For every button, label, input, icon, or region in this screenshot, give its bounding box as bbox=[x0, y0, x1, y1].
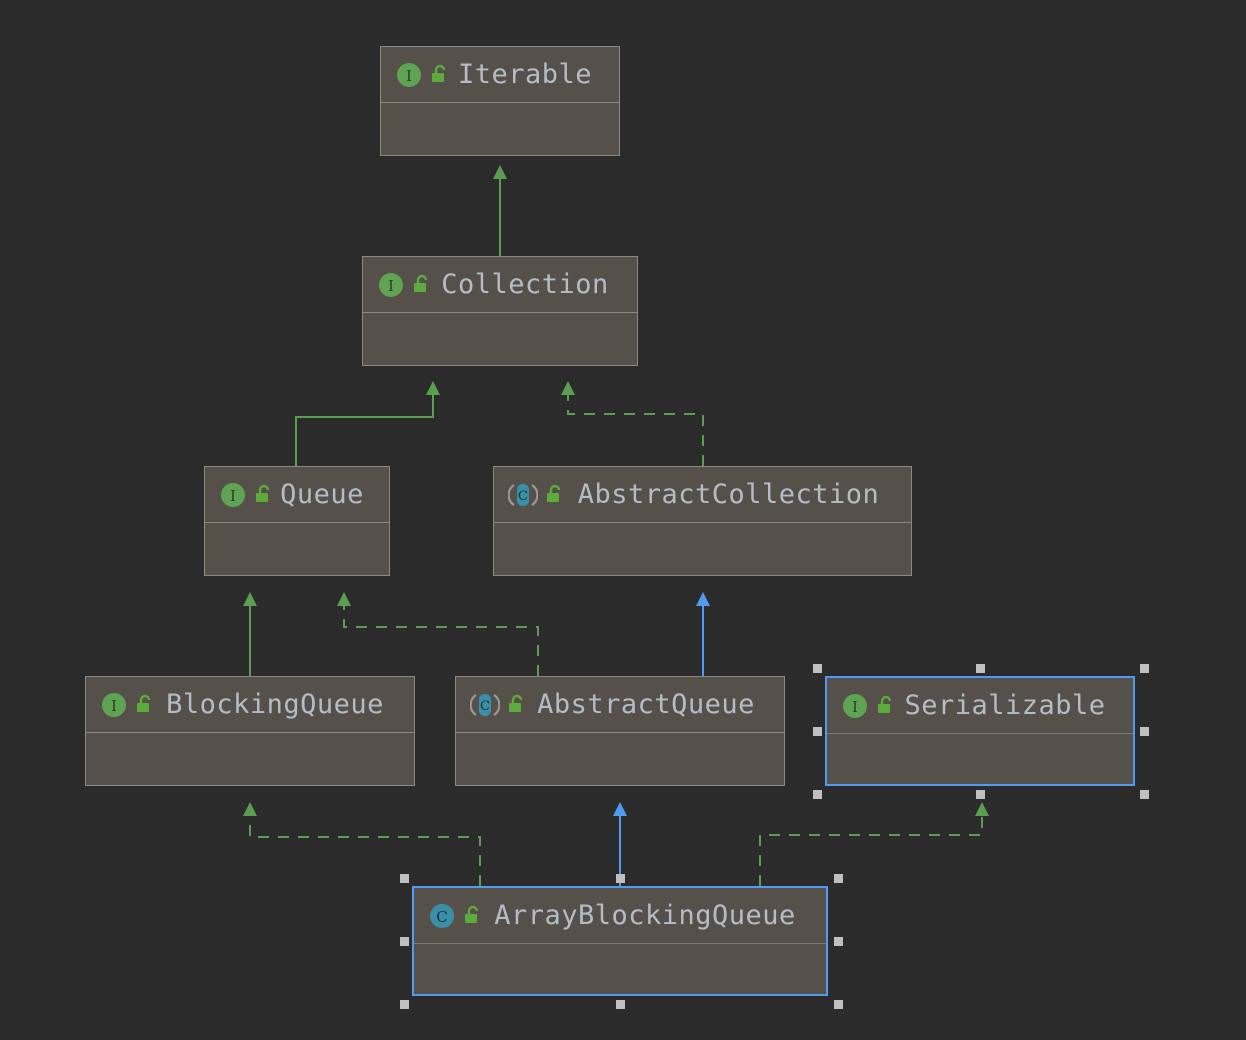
resize-handle-w[interactable] bbox=[400, 937, 409, 946]
svg-text:C: C bbox=[480, 699, 490, 714]
svg-text:I: I bbox=[406, 67, 412, 85]
node-name-label: Queue bbox=[280, 479, 364, 510]
public-unlocked-icon bbox=[465, 905, 479, 923]
resize-handle-sw[interactable] bbox=[400, 1000, 409, 1009]
uml-node-blockingqueue[interactable]: I BlockingQueue bbox=[85, 676, 415, 786]
uml-diagram-canvas[interactable]: I Iterable I Collection I Queue C Abstra… bbox=[0, 0, 1246, 1040]
node-icons: C bbox=[470, 691, 528, 719]
node-header: C AbstractCollection bbox=[494, 467, 911, 523]
uml-node-iterable[interactable]: I Iterable bbox=[380, 46, 620, 156]
node-header: I Serializable bbox=[827, 678, 1133, 734]
node-members-compartment bbox=[363, 313, 637, 357]
uml-node-arrayblockingqueue[interactable]: C ArrayBlockingQueue bbox=[412, 886, 828, 996]
interface-icon: I bbox=[843, 693, 867, 718]
node-header: C ArrayBlockingQueue bbox=[414, 888, 826, 944]
svg-text:C: C bbox=[436, 908, 447, 926]
node-icons: C bbox=[508, 481, 566, 509]
interface-icon: I bbox=[102, 692, 126, 717]
abstract-class-icon: C bbox=[508, 483, 538, 506]
node-header: I BlockingQueue bbox=[86, 677, 414, 733]
node-header: I Collection bbox=[363, 257, 637, 313]
resize-handle-se[interactable] bbox=[834, 1000, 843, 1009]
resize-handle-ne[interactable] bbox=[834, 874, 843, 883]
svg-text:C: C bbox=[518, 489, 528, 504]
resize-handle-s[interactable] bbox=[976, 790, 985, 799]
resize-handle-n[interactable] bbox=[616, 874, 625, 883]
node-name-label: BlockingQueue bbox=[166, 689, 384, 720]
node-members-compartment bbox=[414, 944, 826, 988]
node-name-label: AbstractQueue bbox=[537, 689, 755, 720]
node-name-label: AbstractCollection bbox=[577, 479, 880, 510]
edge-queue-collection bbox=[295, 381, 440, 466]
resize-handle-nw[interactable] bbox=[813, 664, 822, 673]
resize-handle-nw[interactable] bbox=[400, 874, 409, 883]
resize-handle-w[interactable] bbox=[813, 727, 822, 736]
node-members-compartment bbox=[827, 734, 1133, 778]
resize-handle-e[interactable] bbox=[1140, 727, 1149, 736]
resize-handle-se[interactable] bbox=[1140, 790, 1149, 799]
interface-icon: I bbox=[221, 482, 245, 507]
svg-text:I: I bbox=[230, 487, 236, 505]
public-unlocked-icon bbox=[256, 484, 270, 502]
node-members-compartment bbox=[86, 733, 414, 777]
class-icon: C bbox=[430, 903, 454, 928]
node-header: C AbstractQueue bbox=[456, 677, 784, 733]
uml-node-abstractcollection[interactable]: C AbstractCollection bbox=[493, 466, 912, 576]
node-name-label: Serializable bbox=[904, 690, 1106, 721]
resize-handle-s[interactable] bbox=[616, 1000, 625, 1009]
abstract-class-icon: C bbox=[470, 693, 500, 716]
edge-abstractqueue-queue bbox=[337, 592, 539, 676]
uml-node-serializable[interactable]: I Serializable bbox=[825, 676, 1135, 786]
node-members-compartment bbox=[494, 523, 911, 567]
public-unlocked-icon bbox=[137, 694, 151, 712]
node-members-compartment bbox=[205, 523, 389, 567]
svg-text:I: I bbox=[111, 697, 117, 715]
uml-node-abstractqueue[interactable]: C AbstractQueue bbox=[455, 676, 785, 786]
uml-node-collection[interactable]: I Collection bbox=[362, 256, 638, 366]
node-icons: C bbox=[428, 902, 484, 930]
node-header: I Queue bbox=[205, 467, 389, 523]
public-unlocked-icon bbox=[547, 484, 561, 502]
node-name-label: Collection bbox=[441, 269, 609, 300]
node-members-compartment bbox=[456, 733, 784, 777]
node-header: I Iterable bbox=[381, 47, 619, 103]
node-icons: I bbox=[219, 481, 275, 509]
node-name-label: ArrayBlockingQueue bbox=[494, 900, 796, 931]
node-icons: I bbox=[395, 61, 451, 89]
node-members-compartment bbox=[381, 103, 619, 147]
public-unlocked-icon bbox=[509, 694, 523, 712]
edge-arrayblockingqueue-serializable bbox=[759, 802, 989, 886]
edge-arrayblockingqueue-blockingqueue bbox=[243, 802, 481, 886]
public-unlocked-icon bbox=[414, 274, 428, 292]
interface-icon: I bbox=[397, 62, 421, 87]
uml-node-queue[interactable]: I Queue bbox=[204, 466, 390, 576]
node-name-label: Iterable bbox=[457, 59, 593, 90]
public-unlocked-icon bbox=[432, 64, 446, 82]
resize-handle-ne[interactable] bbox=[1140, 664, 1149, 673]
resize-handle-n[interactable] bbox=[976, 664, 985, 673]
svg-text:I: I bbox=[388, 277, 394, 295]
node-icons: I bbox=[100, 691, 156, 719]
public-unlocked-icon bbox=[878, 695, 892, 713]
svg-text:I: I bbox=[852, 698, 858, 716]
resize-handle-e[interactable] bbox=[834, 937, 843, 946]
node-icons: I bbox=[841, 692, 897, 720]
node-icons: I bbox=[377, 271, 433, 299]
interface-icon: I bbox=[379, 272, 403, 297]
resize-handle-sw[interactable] bbox=[813, 790, 822, 799]
edge-abstractcollection-collection bbox=[561, 381, 704, 466]
